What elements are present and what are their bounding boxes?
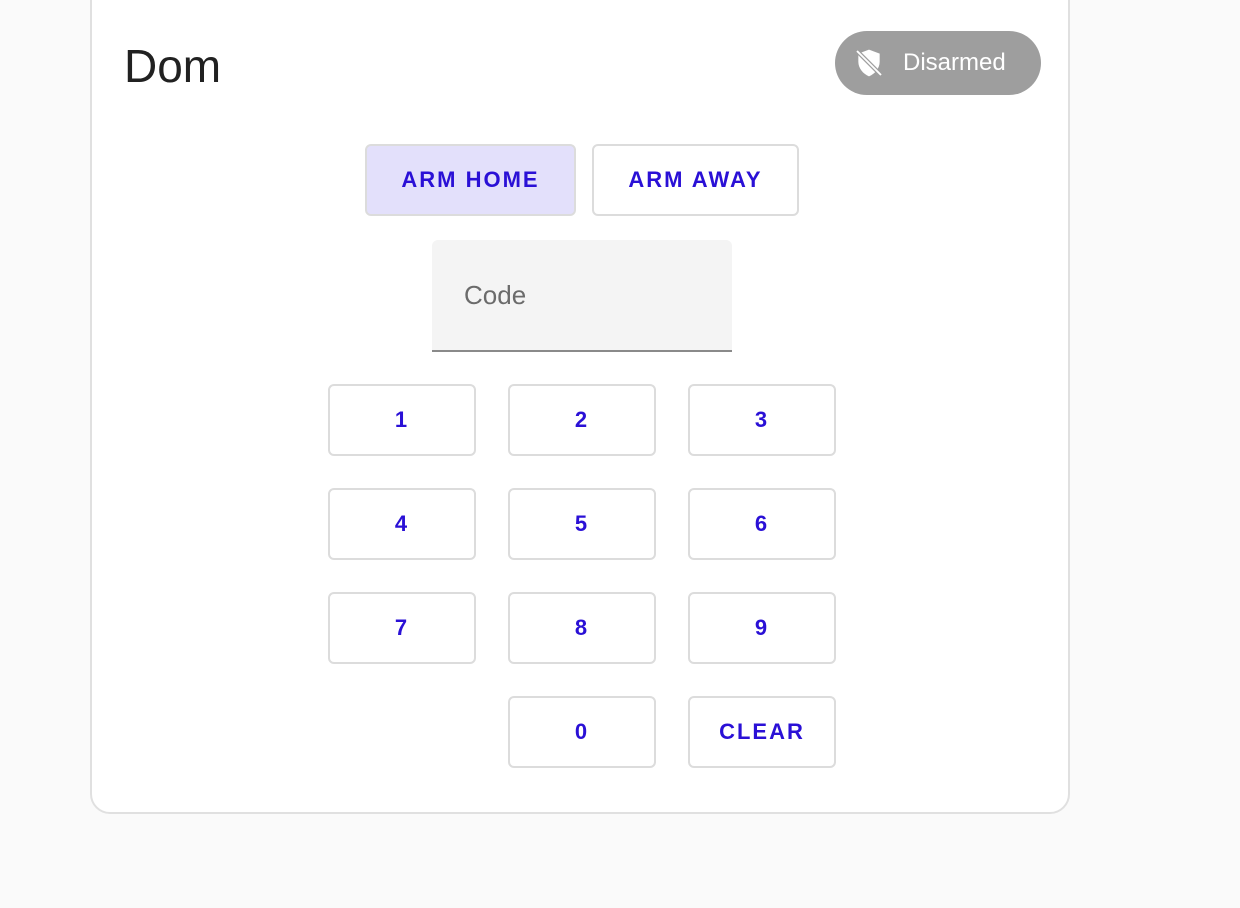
key-1-button[interactable]: 1 <box>328 384 476 456</box>
shield-off-icon <box>853 47 885 79</box>
card-title: Dom <box>124 40 222 92</box>
status-label: Disarmed <box>903 49 1006 76</box>
key-4-button[interactable]: 4 <box>328 488 476 560</box>
arm-away-button[interactable]: ARM AWAY <box>592 144 799 216</box>
alarm-panel-card: Dom Disarmed ARM HOME ARM AWAY 1 2 3 4 5… <box>90 0 1070 814</box>
key-2-button[interactable]: 2 <box>508 384 656 456</box>
code-field[interactable] <box>432 240 732 352</box>
arm-home-button[interactable]: ARM HOME <box>365 144 576 216</box>
status-badge: Disarmed <box>835 31 1041 95</box>
key-5-button[interactable]: 5 <box>508 488 656 560</box>
key-9-button[interactable]: 9 <box>688 592 836 664</box>
key-8-button[interactable]: 8 <box>508 592 656 664</box>
clear-button[interactable]: CLEAR <box>688 696 836 768</box>
code-input[interactable] <box>432 240 732 350</box>
key-6-button[interactable]: 6 <box>688 488 836 560</box>
key-0-button[interactable]: 0 <box>508 696 656 768</box>
key-3-button[interactable]: 3 <box>688 384 836 456</box>
key-7-button[interactable]: 7 <box>328 592 476 664</box>
